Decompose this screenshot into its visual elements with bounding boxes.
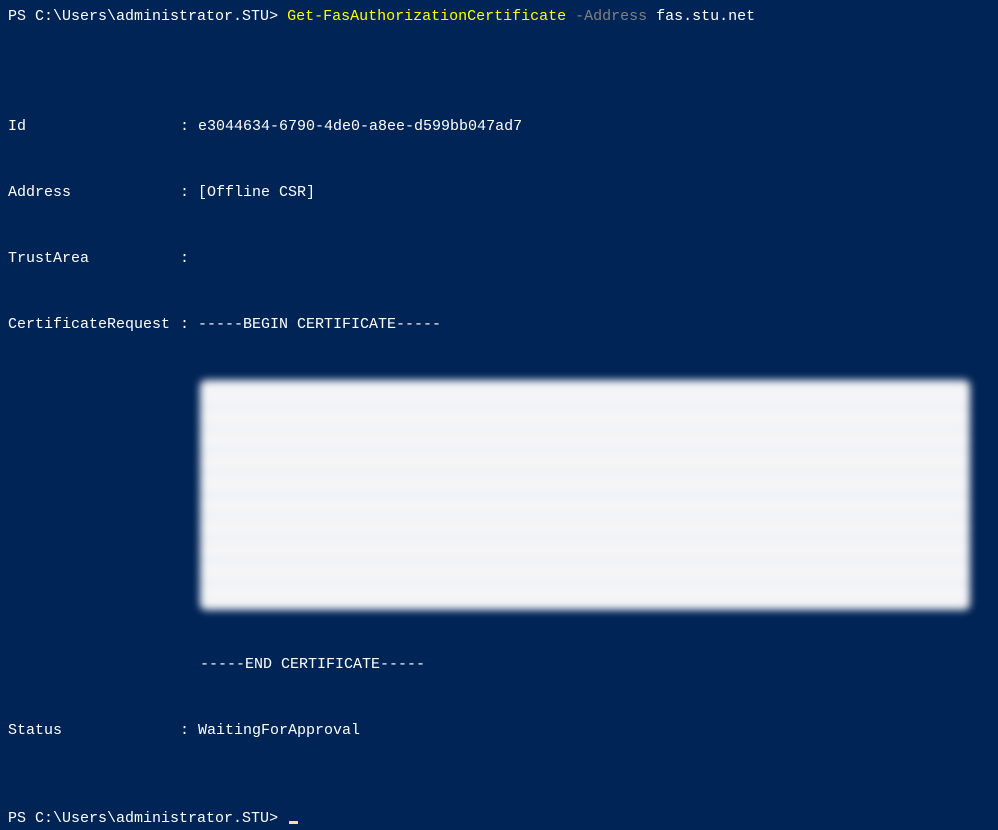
ps-prefix: PS bbox=[8, 810, 35, 827]
prop-value: -----BEGIN CERTIFICATE----- bbox=[198, 316, 441, 333]
prompt-arrow: > bbox=[269, 810, 287, 827]
prompt-line-1[interactable]: PS C:\Users\administrator.STU> Get-FasAu… bbox=[8, 6, 990, 28]
prop-sep: : bbox=[180, 722, 198, 739]
prop-label: CertificateRequest bbox=[8, 314, 180, 336]
prop-sep: : bbox=[180, 184, 198, 201]
output-row-address: Address: [Offline CSR] bbox=[8, 182, 990, 204]
cursor-icon bbox=[289, 821, 298, 824]
prop-value: WaitingForApproval bbox=[198, 722, 360, 739]
output-row-trustarea: TrustArea: bbox=[8, 248, 990, 270]
prop-label: TrustArea bbox=[8, 248, 180, 270]
prop-label: Status bbox=[8, 720, 180, 742]
prop-sep: : bbox=[180, 316, 198, 333]
prop-label: Id bbox=[8, 116, 180, 138]
prop-sep: : bbox=[180, 118, 198, 135]
end-cert: -----END CERTIFICATE----- bbox=[200, 656, 425, 673]
ps-prefix: PS bbox=[8, 8, 35, 25]
redacted-certificate-body bbox=[200, 380, 970, 610]
output-row-id: Id: e3044634-6790-4de0-a8ee-d599bb047ad7 bbox=[8, 116, 990, 138]
prop-value: [Offline CSR] bbox=[198, 184, 315, 201]
prompt-path: C:\Users\administrator.STU bbox=[35, 8, 269, 25]
prop-value: e3044634-6790-4de0-a8ee-d599bb047ad7 bbox=[198, 118, 522, 135]
command-name: Get-FasAuthorizationCertificate bbox=[287, 8, 566, 25]
prompt-arrow: > bbox=[269, 8, 287, 25]
prop-label: Address bbox=[8, 182, 180, 204]
output-row-endcert: -----END CERTIFICATE----- bbox=[200, 654, 990, 676]
param-value: fas.stu.net bbox=[656, 8, 755, 25]
output-block: Id: e3044634-6790-4de0-a8ee-d599bb047ad7… bbox=[8, 72, 990, 764]
prop-sep: : bbox=[180, 250, 198, 267]
output-row-status: Status: WaitingForApproval bbox=[8, 720, 990, 742]
prompt-line-2[interactable]: PS C:\Users\administrator.STU> bbox=[8, 808, 990, 830]
prompt-path: C:\Users\administrator.STU bbox=[35, 810, 269, 827]
output-row-certreq: CertificateRequest: -----BEGIN CERTIFICA… bbox=[8, 314, 990, 336]
param-name: -Address bbox=[566, 8, 656, 25]
